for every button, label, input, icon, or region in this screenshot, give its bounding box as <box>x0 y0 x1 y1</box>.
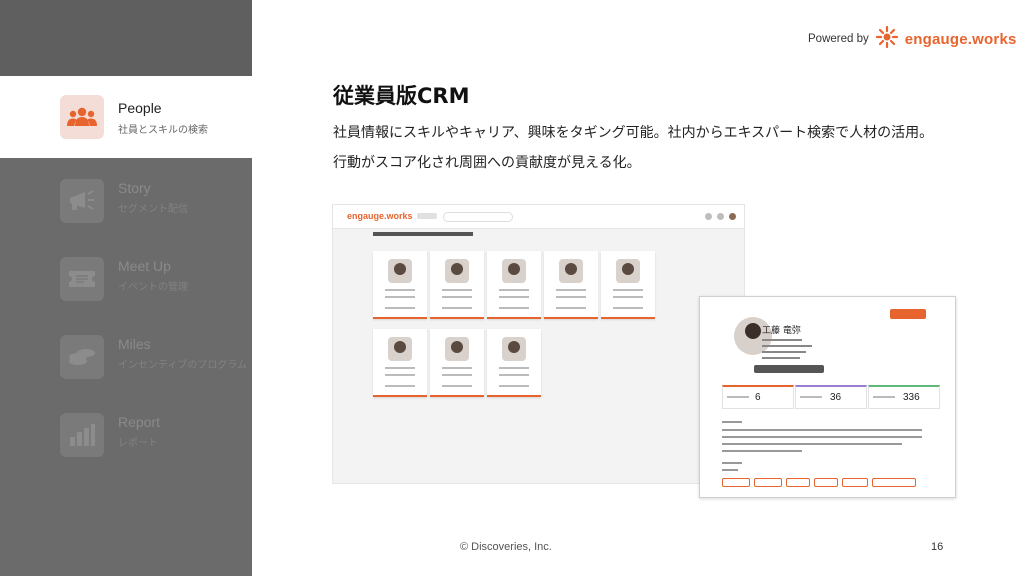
mock-skill-tag <box>872 478 916 487</box>
sidebar-item-subtitle: イベントの管理 <box>118 282 188 293</box>
brand-logo-icon <box>875 25 899 52</box>
mock-breadcrumb <box>373 232 473 236</box>
sidebar-item-story[interactable]: Story セグメント配信 <box>0 162 252 240</box>
sidebar-item-title: Miles <box>118 336 151 352</box>
page-number: 16 <box>931 541 944 553</box>
sidebar-item-people[interactable]: People 社員とスキルの検索 <box>0 76 252 158</box>
mock-stat-box: 6 <box>722 385 794 409</box>
mock-brand: engauge.works <box>347 211 413 221</box>
mock-stat-box: 336 <box>868 385 940 409</box>
sidebar-item-subtitle: 社員とスキルの検索 <box>118 125 208 136</box>
mock-stat-value: 6 <box>755 392 761 403</box>
mock-skill-tag <box>814 478 838 487</box>
sidebar-item-miles[interactable]: Miles インセンティブのプログラム <box>0 318 252 396</box>
people-list-screenshot: engauge.works <box>332 204 745 484</box>
sidebar-top <box>0 0 252 76</box>
mock-text-line <box>762 345 812 347</box>
mock-avatar-icon <box>729 213 736 220</box>
sidebar-item-subtitle: セグメント配信 <box>118 204 188 215</box>
bar-chart-icon <box>60 413 104 457</box>
ticket-icon <box>60 257 104 301</box>
person-card <box>373 251 427 319</box>
person-card <box>601 251 655 319</box>
sidebar-item-title: People <box>118 100 162 116</box>
sidebar-item-meetup[interactable]: Meet Up イベントの管理 <box>0 240 252 318</box>
coins-icon <box>60 335 104 379</box>
description-line-1: 社員情報にスキルやキャリア、興味をタギング可能。社内からエキスパート検索で人材の… <box>333 125 934 141</box>
mock-skill-tag <box>842 478 868 487</box>
sidebar-item-title: Meet Up <box>118 258 171 274</box>
mock-favorite-button <box>890 309 926 319</box>
sidebar-item-title: Story <box>118 180 151 196</box>
mock-skill-tag <box>754 478 782 487</box>
person-card <box>430 251 484 319</box>
brand-name: engauge.works <box>904 30 1017 48</box>
person-card <box>487 251 541 319</box>
mock-text-line <box>762 351 806 353</box>
sidebar-item-subtitle: レポート <box>118 438 158 449</box>
mock-text-line <box>762 339 802 341</box>
sidebar-item-report[interactable]: Report レポート <box>0 396 252 474</box>
description-line-2: 行動がスコア化され周囲への貢献度が見える化。 <box>333 155 641 171</box>
mock-help-icon <box>717 213 724 220</box>
mock-skill-tag <box>722 478 750 487</box>
mock-stat-box: 36 <box>795 385 867 409</box>
mock-skill-tag <box>786 478 810 487</box>
sidebar-item-title: Report <box>118 414 161 430</box>
sidebar-item-subtitle: インセンティブのプログラム <box>118 360 248 371</box>
mock-tab <box>417 213 437 219</box>
person-card <box>430 329 484 397</box>
person-card <box>487 329 541 397</box>
person-card <box>544 251 598 319</box>
mock-tag-badge <box>754 365 824 373</box>
person-detail-screenshot: 工藤 竜弥 6 36 336 <box>699 296 956 498</box>
person-card <box>373 329 427 397</box>
mock-stat-value: 36 <box>830 392 842 403</box>
mock-app-header: engauge.works <box>333 205 744 229</box>
mock-stat-value: 336 <box>903 392 920 403</box>
sidebar: People 社員とスキルの検索 Story セグメント配信 Meet Up イ… <box>0 0 252 576</box>
powered-by-label: Powered by <box>808 33 869 45</box>
megaphone-icon <box>60 179 104 223</box>
mock-person-name: 工藤 竜弥 <box>762 326 801 336</box>
people-icon <box>60 95 104 139</box>
copyright: © Discoveries, Inc. <box>460 541 552 553</box>
mock-search-box <box>443 212 513 222</box>
powered-by: Powered by engauge.works <box>808 25 1017 52</box>
mock-bell-icon <box>705 213 712 220</box>
page-title: 従業員版CRM <box>333 84 470 108</box>
mock-text-line <box>762 357 800 359</box>
